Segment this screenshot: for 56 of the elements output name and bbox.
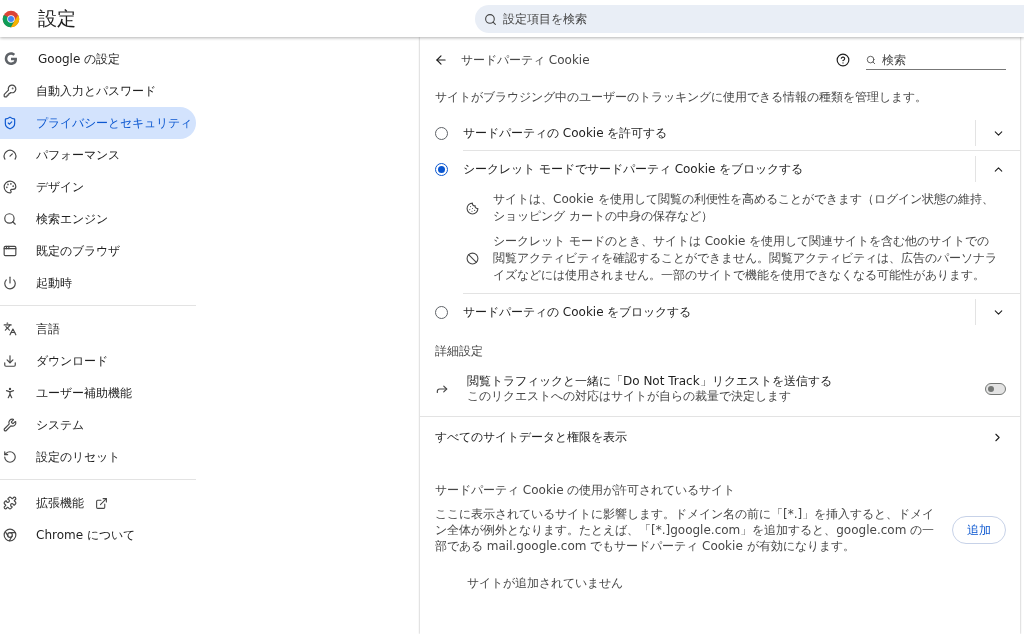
sidebar-item[interactable]: ユーザー補助機能: [0, 377, 196, 409]
key-icon: [3, 84, 17, 98]
detail-text: サイトは、Cookie を使用して閲覧の利便性を高めることができます（ログイン状態の維持、ショッピング カートの中身の保存など）: [493, 191, 995, 225]
sidebar-item[interactable]: 既定のブラウザ: [0, 235, 196, 267]
subpage-title: サードパーティ Cookie: [461, 52, 590, 69]
external-link-icon: [95, 496, 108, 510]
wrench-icon: [3, 418, 17, 432]
radio-option-label: シークレット モードでサードパーティ Cookie をブロックする: [463, 161, 805, 178]
cookie-icon: [466, 201, 479, 215]
section-heading: 詳細設定: [434, 343, 484, 360]
gauge-icon: [3, 148, 17, 162]
accessibility-icon: [3, 386, 17, 400]
exception-description-text: ここに表示されているサイトに影響します。ドメイン名の前に「[*.]」を挿入すると、ドメイン全体が例外となります。たとえば、「[*.]google.com」を追加すると、google.com の一部である mail.google.com でもサードパーティ Cookie が有効になります。: [435, 506, 936, 554]
search-icon: [3, 212, 17, 226]
sidebar-item[interactable]: システム: [0, 409, 196, 441]
sidebar-item[interactable]: デザイン: [0, 171, 196, 203]
setting-title: 閲覧トラフィックと一緒に「Do Not Track」リクエストを送信する: [467, 374, 833, 389]
description-text: サイトがブラウジング中のユーザーのトラッキングに使用できる情報の種類を管理します。: [434, 89, 928, 106]
sidebar-item[interactable]: 拡張機能: [0, 487, 196, 519]
setting-subtitle: このリクエストへの対応はサイトが自らの裁量で決定します: [467, 389, 792, 404]
sidebar-item[interactable]: Google の設定: [0, 43, 196, 75]
sidebar-item[interactable]: 設定のリセット: [0, 441, 196, 473]
site-data-link-row[interactable]: すべてのサイトデータと権限を表示: [420, 417, 1020, 457]
sidebar-item[interactable]: 言語: [0, 313, 196, 345]
window-icon: [3, 244, 17, 258]
radio-option-label: サードパーティの Cookie を許可する: [463, 125, 669, 142]
sidebar-item[interactable]: プライバシーとセキュリティ: [0, 107, 196, 139]
puzzle-icon: [3, 496, 17, 510]
shield-icon: [3, 116, 17, 130]
sidebar-item[interactable]: パフォーマンス: [0, 139, 196, 171]
subpage-search-field[interactable]: 検索: [866, 50, 1006, 70]
sidebar-item[interactable]: 起動時: [0, 267, 196, 299]
block-icon: [466, 252, 479, 265]
sidebar-item[interactable]: 検索エンジン: [0, 203, 196, 235]
settings-search-field[interactable]: 設定項目を検索: [475, 4, 1024, 33]
forward-arrow-icon: [435, 382, 449, 396]
toggle-switch[interactable]: [985, 383, 1006, 395]
search-icon: [484, 12, 497, 26]
reset-icon: [3, 450, 17, 464]
section-heading: サードパーティ Cookie の使用が許可されているサイト: [434, 482, 737, 499]
chrome-icon: [3, 528, 17, 542]
back-button[interactable]: [434, 53, 448, 67]
radio-option-label: サードパーティの Cookie をブロックする: [463, 304, 693, 321]
sidebar-item[interactable]: 自動入力とパスワード: [0, 75, 196, 107]
download-icon: [3, 354, 17, 368]
sidebar-item[interactable]: Chrome について: [0, 519, 196, 551]
google-g-icon: [3, 51, 19, 67]
palette-icon: [3, 180, 17, 194]
power-icon: [3, 276, 17, 290]
translate-icon: [3, 322, 17, 336]
search-icon: [866, 55, 876, 65]
page-title: 設定: [38, 6, 77, 32]
detail-text: シークレット モードのとき、サイトは Cookie を使用して関連サイトを含む他のサイトでの閲覧アクティビティを確認することができません。閲覧アクティビティは、広告のパーソナライズなどには使用されません。一部のサイトで機能を使用できなくなる可能性があります。: [493, 233, 998, 284]
empty-list-text: サイトが追加されていません: [466, 575, 624, 592]
help-icon[interactable]: [836, 53, 850, 67]
sidebar-item[interactable]: ダウンロード: [0, 345, 196, 377]
